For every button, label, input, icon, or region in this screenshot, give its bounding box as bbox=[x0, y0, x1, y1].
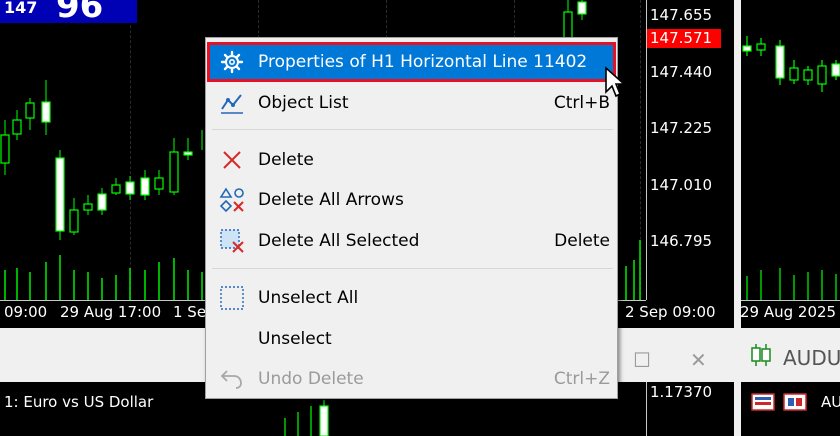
price-axis-eurusd bbox=[646, 382, 647, 436]
delete-arrows-icon bbox=[219, 187, 244, 213]
calendar-flags-icon[interactable] bbox=[751, 392, 775, 412]
menu-item-delete[interactable]: Delete bbox=[207, 140, 616, 180]
menu-item-unselect[interactable]: Unselect bbox=[207, 319, 616, 359]
bid-price-display: 147 96 bbox=[0, 0, 137, 26]
right-toolbar-area: AU bbox=[741, 382, 840, 436]
time-axis-right bbox=[741, 300, 840, 301]
delete-selected-icon bbox=[220, 229, 244, 253]
undo-icon bbox=[220, 370, 242, 389]
menu-item-shortcut: Delete bbox=[554, 231, 610, 251]
chart-tab-audusd[interactable]: AUDU bbox=[783, 346, 840, 370]
menu-item-label: Delete All Arrows bbox=[258, 190, 404, 210]
chart-title: 1: Euro vs US Dollar bbox=[4, 393, 154, 411]
bid-price-small: 147 bbox=[4, 0, 38, 17]
bid-price-big: 96 bbox=[56, 0, 104, 26]
menu-item-label: Delete All Selected bbox=[258, 231, 420, 251]
menu-item-label: Unselect bbox=[258, 329, 332, 349]
time-label: 09:00 bbox=[4, 303, 48, 321]
price-label: 147.655 bbox=[650, 6, 713, 24]
window-splitter[interactable] bbox=[734, 0, 741, 436]
candlesticks-right bbox=[742, 36, 840, 300]
menu-item-undo-delete[interactable]: Undo Delete Ctrl+Z bbox=[207, 359, 616, 399]
object-list-icon bbox=[221, 94, 243, 114]
menu-item-label: Unselect All bbox=[258, 288, 359, 308]
menu-item-shortcut: Ctrl+B bbox=[553, 93, 610, 113]
time-label: 29 Aug 17:00 bbox=[60, 303, 162, 321]
menu-item-label: Properties of H1 Horizontal Line 11402 bbox=[258, 52, 588, 72]
price-label: 147.440 bbox=[650, 63, 713, 81]
tab-label-au[interactable]: AU bbox=[821, 393, 840, 411]
menu-item-object-list[interactable]: Object List Ctrl+B bbox=[207, 83, 616, 123]
close-button[interactable]: ✕ bbox=[690, 348, 707, 372]
menu-item-label: Object List bbox=[258, 93, 349, 113]
context-menu: Properties of H1 Horizontal Line 11402 O… bbox=[205, 37, 618, 399]
menu-separator bbox=[212, 268, 613, 269]
menu-item-label: Undo Delete bbox=[258, 369, 364, 389]
mouse-cursor-icon bbox=[605, 66, 627, 98]
menu-item-delete-all-selected[interactable]: Delete All Selected Delete bbox=[207, 221, 616, 261]
price-label: 147.010 bbox=[650, 176, 713, 194]
ask-price-tag: 147.571 bbox=[647, 29, 721, 48]
price-label: 146.795 bbox=[650, 232, 713, 250]
price-label: 147.225 bbox=[650, 119, 713, 137]
time-label: 1 Se bbox=[173, 303, 207, 321]
menu-item-properties[interactable]: Properties of H1 Horizontal Line 11402 bbox=[207, 42, 616, 82]
menu-item-unselect-all[interactable]: Unselect All bbox=[207, 278, 616, 318]
menu-separator bbox=[212, 129, 613, 130]
time-label: 2 Sep 09:00 bbox=[625, 303, 716, 321]
right-chart[interactable]: 29 Aug 2025 bbox=[741, 0, 840, 328]
unselect-all-icon bbox=[220, 286, 244, 310]
gear-icon bbox=[220, 50, 244, 74]
time-label: 29 Aug 2025 bbox=[741, 303, 837, 321]
menu-item-label: Delete bbox=[258, 150, 314, 170]
delete-x-icon bbox=[223, 151, 241, 169]
menu-item-shortcut: Ctrl+Z bbox=[553, 369, 610, 389]
market-watch-icon[interactable] bbox=[783, 392, 807, 412]
maximize-button[interactable]: ☐ bbox=[633, 348, 651, 372]
candle-chart-icon bbox=[751, 344, 771, 366]
menu-item-delete-all-arrows[interactable]: Delete All Arrows bbox=[207, 180, 616, 220]
price-label: 1.17370 bbox=[650, 383, 713, 401]
